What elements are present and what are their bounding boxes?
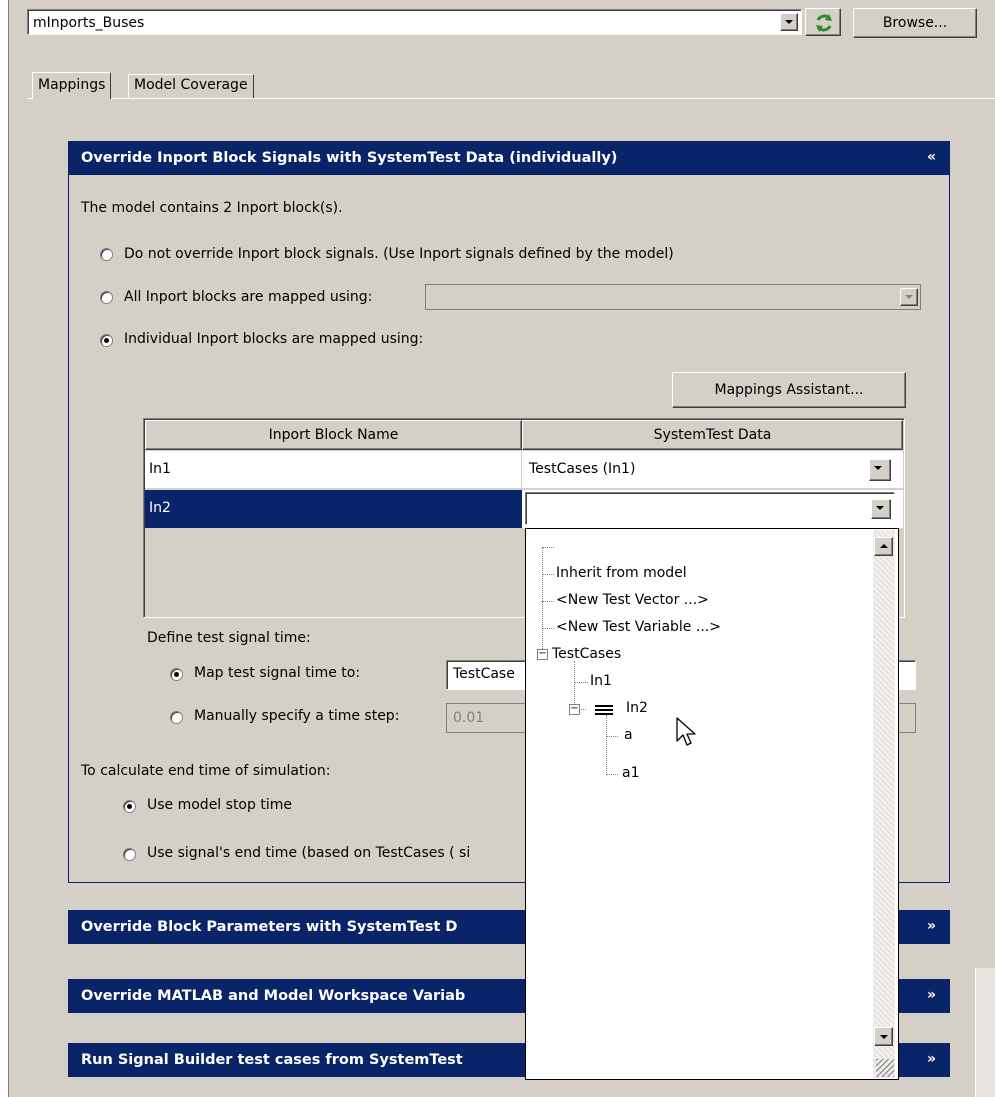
bus-icon: [595, 705, 613, 715]
radio-individual-mapped[interactable]: [100, 334, 113, 347]
tab-model-coverage-label: Model Coverage: [134, 77, 248, 93]
expand-chevron-icon[interactable]: »: [927, 1051, 936, 1067]
map-time-combo-value: TestCase: [453, 666, 515, 682]
mappings-assistant-button[interactable]: Mappings Assistant...: [672, 372, 906, 408]
inport-section-header[interactable]: Override Inport Block Signals with Syste…: [68, 141, 950, 175]
row-in2-name: In2: [149, 500, 171, 516]
end-time-heading: To calculate end time of simulation:: [81, 763, 331, 779]
refresh-button[interactable]: [805, 8, 841, 36]
grid-header-inport-label: Inport Block Name: [268, 427, 399, 443]
radio-signal-end[interactable]: [123, 848, 136, 861]
dropdown-tree-popup[interactable]: − − Inherit from model <New Test Vector …: [525, 528, 899, 1080]
scroll-down-button[interactable]: [874, 1027, 893, 1046]
expand-chevron-icon[interactable]: »: [927, 987, 936, 1003]
radio-all-mapped[interactable]: [100, 291, 113, 304]
refresh-icon: [813, 12, 835, 38]
tab-content-border: [27, 98, 995, 99]
tree-item-in2[interactable]: In2: [626, 700, 648, 716]
tree-line: [542, 601, 554, 602]
radio-manual-time[interactable]: [170, 711, 183, 724]
resize-grip-icon[interactable]: [876, 1059, 894, 1077]
popup-scrollbar-track[interactable]: [873, 530, 895, 1078]
radio-signal-end-label: Use signal's end time (based on TestCase…: [147, 845, 471, 861]
table-row[interactable]: In2: [145, 490, 903, 528]
tree-item-a[interactable]: a: [624, 727, 633, 743]
radio-manual-time-label: Manually specify a time step:: [194, 708, 400, 724]
tree-line: [542, 574, 554, 575]
tab-mappings-label: Mappings: [38, 77, 106, 93]
tree-line-in2: [606, 715, 607, 775]
tree-line: [574, 682, 588, 683]
tree-item-in1[interactable]: In1: [590, 673, 612, 689]
outer-scrollbar[interactable]: [975, 968, 995, 1097]
inport-section-title: Override Inport Block Signals with Syste…: [81, 150, 618, 166]
row-in2-selection: [145, 490, 522, 528]
table-row[interactable]: In1 TestCases (In1): [145, 451, 903, 489]
tab-model-coverage[interactable]: Model Coverage: [128, 74, 254, 98]
model-combo[interactable]: mInports_Buses: [27, 9, 802, 35]
grid-header-systemtest-label: SystemTest Data: [653, 427, 772, 443]
tree-item-new-variable[interactable]: <New Test Variable ...>: [556, 619, 721, 635]
browse-button-label: Browse...: [882, 15, 948, 31]
tree-item-new-vector[interactable]: <New Test Vector ...>: [556, 592, 709, 608]
radio-map-time-label: Map test signal time to:: [194, 665, 361, 681]
tree-line: [606, 736, 618, 737]
row-in1-data: TestCases (In1): [529, 461, 636, 477]
expand-chevron-icon[interactable]: »: [927, 918, 936, 934]
tree-line: [606, 774, 618, 775]
define-time-heading: Define test signal time:: [147, 630, 311, 646]
row-in1-dropdown-button[interactable]: [869, 459, 891, 481]
collapse-in2-icon[interactable]: −: [569, 704, 580, 715]
collapse-chevron-icon[interactable]: «: [927, 149, 936, 165]
workspace-variables-section-title: Override MATLAB and Model Workspace Vari…: [81, 988, 466, 1004]
manual-time-value: 0.01: [453, 710, 485, 726]
grid-header-systemtest: SystemTest Data: [522, 420, 903, 450]
tree-item-inherit[interactable]: Inherit from model: [556, 565, 687, 581]
browse-button[interactable]: Browse...: [853, 8, 977, 38]
row-in1-name: In1: [149, 461, 171, 477]
radio-no-override-label: Do not override Inport block signals. (U…: [124, 246, 674, 262]
radio-model-stop-label: Use model stop time: [147, 797, 292, 813]
scroll-up-button[interactable]: [874, 537, 893, 556]
signal-builder-section-title: Run Signal Builder test cases from Syste…: [81, 1052, 463, 1068]
tree-line: [542, 547, 554, 548]
tree-item-a1[interactable]: a1: [622, 765, 640, 781]
radio-model-stop[interactable]: [123, 800, 136, 813]
grid-header-inport: Inport Block Name: [145, 420, 522, 450]
radio-all-mapped-label: All Inport blocks are mapped using:: [124, 289, 373, 305]
inport-count-text: The model contains 2 Inport block(s).: [81, 200, 343, 216]
mappings-assistant-label: Mappings Assistant...: [714, 382, 864, 398]
block-parameters-section-title: Override Block Parameters with SystemTes…: [81, 919, 458, 935]
collapse-testcases-icon[interactable]: −: [537, 649, 548, 660]
row-in1-divider: [521, 451, 522, 489]
model-combo-value: mInports_Buses: [33, 15, 145, 31]
row-in2-combo[interactable]: [525, 492, 895, 525]
radio-map-time[interactable]: [170, 668, 183, 681]
tree-line: [542, 628, 554, 629]
all-mapped-combo[interactable]: [425, 284, 921, 310]
mouse-cursor-icon: [676, 717, 698, 753]
tab-mappings[interactable]: Mappings: [32, 72, 112, 99]
tree-line-testcases: [574, 661, 575, 709]
row-in2-dropdown-button[interactable]: [871, 499, 891, 519]
radio-no-override[interactable]: [100, 248, 113, 261]
radio-individual-mapped-label: Individual Inport blocks are mapped usin…: [124, 331, 424, 347]
model-combo-dropdown-button[interactable]: [780, 13, 798, 31]
all-mapped-dropdown-button[interactable]: [900, 288, 918, 306]
tree-item-testcases[interactable]: TestCases: [552, 646, 621, 662]
